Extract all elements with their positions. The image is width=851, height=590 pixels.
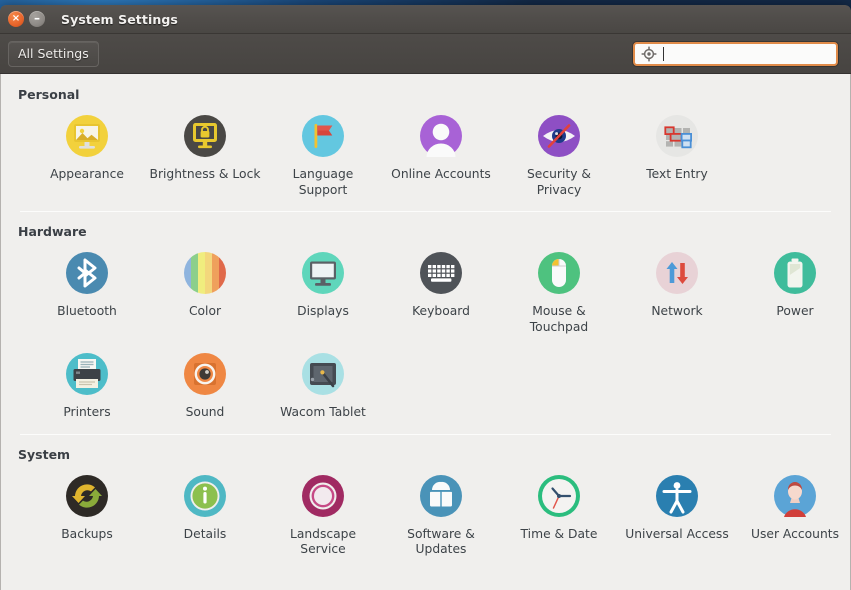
universal-access-icon — [656, 474, 698, 517]
setting-language-support[interactable]: Language Support — [264, 108, 382, 198]
bluetooth-icon — [66, 252, 108, 295]
brightness-lock-icon — [184, 115, 226, 157]
personal-grid: Appearance Brightness & Lock Language Su… — [28, 108, 836, 198]
appearance-icon — [66, 115, 108, 157]
security-privacy-icon — [538, 115, 580, 157]
power-icon — [774, 252, 816, 295]
all-settings-button[interactable]: All Settings — [8, 40, 99, 67]
search-field[interactable] — [633, 41, 838, 66]
setting-label: User Accounts — [751, 526, 839, 541]
settings-content: Personal Appearance Brightness & Lock La… — [0, 74, 851, 590]
setting-label: Bluetooth — [57, 304, 117, 319]
mouse-touchpad-icon — [538, 252, 580, 295]
setting-text-entry[interactable]: Text Entry — [618, 108, 736, 198]
setting-universal-access[interactable]: Universal Access — [618, 468, 736, 558]
setting-label: Backups — [61, 526, 113, 541]
hardware-grid-row2: Printers Sound Wacom Tablet — [28, 346, 836, 421]
landscape-service-icon — [302, 474, 344, 517]
section-divider — [20, 211, 831, 213]
setting-details[interactable]: Details — [146, 468, 264, 558]
section-title-personal: Personal — [18, 87, 80, 102]
setting-displays[interactable]: Displays — [264, 245, 382, 335]
setting-landscape-service[interactable]: Landscape Service — [264, 468, 382, 558]
section-title-hardware: Hardware — [18, 224, 87, 240]
setting-label: Landscape Service — [289, 526, 357, 557]
setting-label: Text Entry — [646, 167, 708, 181]
setting-label: Displays — [297, 304, 349, 319]
system-settings-window: × – System Settings All Settings Persona… — [0, 5, 851, 590]
setting-backups[interactable]: Backups — [28, 468, 146, 558]
system-grid: Backups Details Landscape Service Softwa… — [28, 468, 839, 558]
toolbar: All Settings — [0, 34, 851, 74]
setting-label: Universal Access — [625, 526, 729, 541]
section-title-system: System — [18, 446, 71, 462]
setting-label: Wacom Tablet — [280, 404, 366, 419]
minimize-window-button[interactable]: – — [29, 11, 45, 27]
setting-label: Online Accounts — [391, 167, 491, 181]
setting-label: Time & Date — [520, 526, 598, 541]
setting-power[interactable]: Power — [736, 245, 850, 335]
setting-keyboard[interactable]: Keyboard — [382, 245, 500, 335]
setting-online-accounts[interactable]: Online Accounts — [382, 108, 500, 198]
close-icon: × — [11, 13, 21, 24]
setting-label: Software & Updates — [407, 526, 475, 557]
setting-mouse-touchpad[interactable]: Mouse & Touchpad — [500, 245, 618, 335]
text-entry-icon — [656, 115, 698, 157]
hardware-grid-row1: Bluetooth Color Displays Keyboard Mouse … — [28, 245, 836, 335]
close-window-button[interactable]: × — [8, 11, 24, 27]
search-input[interactable] — [664, 46, 832, 61]
setting-time-date[interactable]: Time & Date — [500, 468, 618, 558]
time-date-icon — [538, 474, 580, 517]
setting-label: Power — [776, 304, 814, 319]
setting-label: Details — [183, 526, 227, 541]
setting-security-privacy[interactable]: Security & Privacy — [500, 108, 618, 198]
search-target-icon — [641, 46, 657, 61]
setting-brightness-lock[interactable]: Brightness & Lock — [146, 108, 264, 198]
setting-software-updates[interactable]: Software & Updates — [382, 468, 500, 558]
setting-label: Mouse & Touchpad — [529, 304, 589, 335]
setting-color[interactable]: Color — [146, 245, 264, 335]
printers-icon — [66, 352, 108, 395]
setting-appearance[interactable]: Appearance — [28, 108, 146, 198]
setting-printers[interactable]: Printers — [28, 346, 146, 421]
setting-label: Keyboard — [412, 304, 470, 319]
setting-label: Network — [651, 304, 703, 319]
setting-label: Language Support — [292, 167, 354, 197]
minimize-icon: – — [34, 10, 40, 25]
setting-label: Color — [188, 304, 222, 319]
color-icon — [184, 252, 226, 295]
setting-label: Printers — [63, 404, 111, 419]
software-updates-icon — [420, 474, 462, 517]
window-title: System Settings — [61, 11, 178, 27]
backups-icon — [66, 474, 108, 517]
network-icon — [656, 252, 698, 295]
sound-icon — [184, 352, 226, 395]
language-support-icon — [302, 115, 344, 157]
window-titlebar: × – System Settings — [0, 5, 851, 34]
setting-label: Sound — [185, 404, 225, 419]
setting-network[interactable]: Network — [618, 245, 736, 335]
setting-user-accounts[interactable]: User Accounts — [736, 468, 850, 558]
setting-label: Security & Privacy — [527, 167, 591, 197]
online-accounts-icon — [420, 115, 462, 157]
setting-wacom-tablet[interactable]: Wacom Tablet — [264, 346, 382, 421]
setting-label: Appearance — [50, 167, 124, 181]
setting-label: Brightness & Lock — [149, 167, 261, 181]
setting-bluetooth[interactable]: Bluetooth — [28, 245, 146, 335]
wacom-tablet-icon — [302, 352, 344, 395]
user-accounts-icon — [774, 474, 816, 517]
section-divider — [20, 433, 831, 435]
keyboard-icon — [420, 252, 462, 295]
details-icon — [184, 474, 226, 517]
setting-sound[interactable]: Sound — [146, 346, 264, 421]
displays-icon — [302, 252, 344, 295]
